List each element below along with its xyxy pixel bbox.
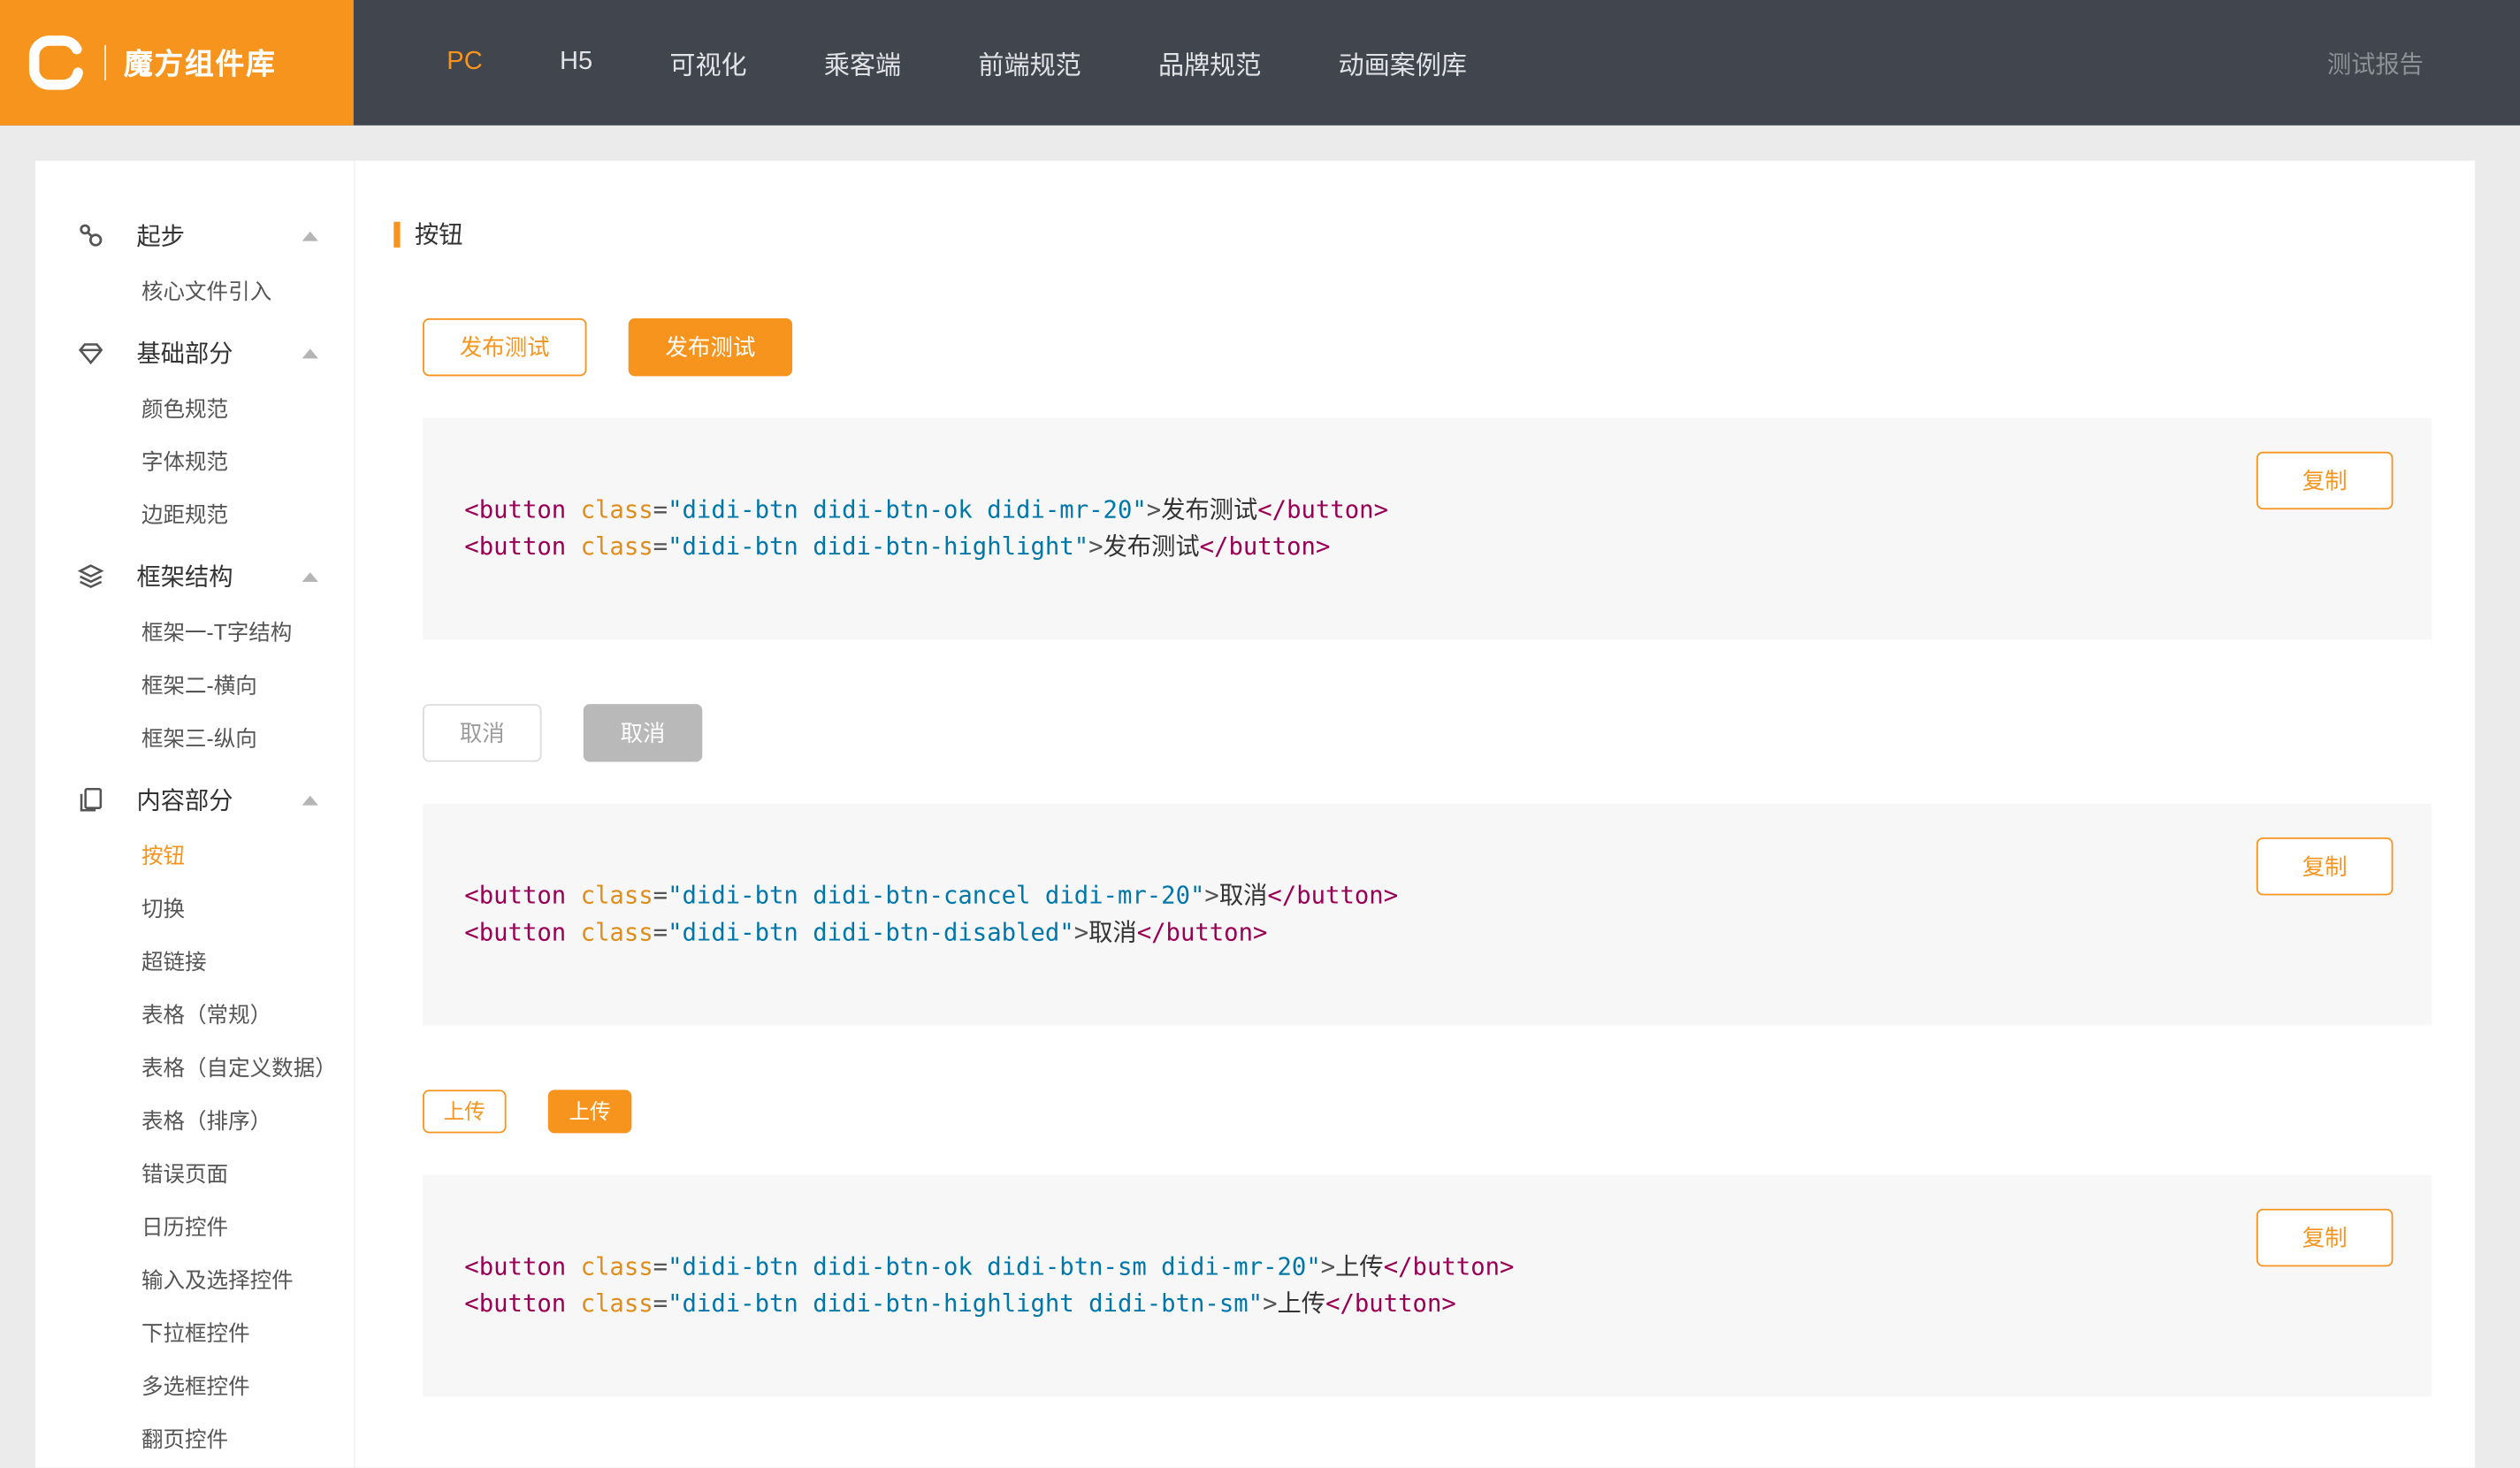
code-line: <button class="didi-btn didi-btn-highlig… — [464, 1288, 1456, 1319]
code-snippet: <button class="didi-btn didi-btn-ok didi… — [464, 492, 2190, 566]
didi-logo-icon — [26, 32, 87, 93]
sidebar-section-header[interactable]: 内容部分 — [35, 770, 354, 830]
sidebar-item[interactable]: 边距规范 — [35, 489, 354, 542]
sidebar-item[interactable]: 多选框控件 — [35, 1360, 354, 1413]
chevron-up-icon[interactable] — [302, 794, 318, 805]
sidebar-item[interactable]: 框架二-横向 — [35, 659, 354, 712]
chevron-up-icon[interactable] — [302, 230, 318, 241]
code-line: <button class="didi-btn didi-btn-disable… — [464, 917, 1268, 947]
code-block: 复制 <button class="didi-btn didi-btn-ok d… — [423, 1174, 2432, 1397]
sidebar-section-label: 框架结构 — [136, 563, 233, 592]
sidebar-section-header[interactable]: 框架结构 — [35, 547, 354, 606]
copy-button[interactable]: 复制 — [2256, 1208, 2394, 1267]
sidebar-item[interactable]: 超链接 — [35, 936, 354, 989]
nav-item-PC[interactable]: PC — [409, 0, 522, 126]
top-header: 魔方组件库 PC H5 可视化 乘客端 前端规范 品牌规范 动画案例库 测试报告 — [0, 0, 2520, 126]
nodes-icon — [77, 222, 104, 249]
page-title: 按钮 — [393, 217, 2430, 250]
code-line: <button class="didi-btn didi-btn-ok didi… — [464, 1251, 1515, 1281]
code-line: <button class="didi-btn didi-btn-highlig… — [464, 531, 1331, 562]
sidebar-section-label: 内容部分 — [136, 787, 233, 815]
code-snippet: <button class="didi-btn didi-btn-cancel … — [464, 877, 2190, 952]
chevron-up-icon[interactable] — [302, 348, 318, 358]
sidebar-item[interactable]: 下拉框控件 — [35, 1307, 354, 1360]
content-card: 起步 核心文件引入 基础部分 颜色规范 字体规范 边距规范 框架结构 框架一-T字结… — [34, 160, 2476, 1468]
demo-button[interactable]: 发布测试 — [423, 317, 587, 377]
sidebar-item[interactable]: 核心文件引入 — [35, 265, 354, 318]
copy-button[interactable]: 复制 — [2256, 837, 2394, 896]
sidebar-item[interactable]: 按钮 — [35, 830, 354, 883]
sidebar-section-header[interactable]: 起步 — [35, 206, 354, 265]
layers-icon — [77, 562, 104, 590]
demo-list: 发布测试 发布测试 复制 <button class="didi-btn didi… — [393, 317, 2432, 1397]
sidebar-item[interactable]: 翻页控件 — [35, 1413, 354, 1466]
gem-icon — [77, 340, 104, 367]
nav-item-H5[interactable]: H5 — [521, 0, 630, 126]
code-block: 复制 <button class="didi-btn didi-btn-ok d… — [423, 417, 2432, 640]
demo-buttons: 发布测试 发布测试 — [423, 317, 2430, 377]
demo-button[interactable]: 上传 — [423, 1090, 507, 1134]
demo-button[interactable]: 取消 — [583, 704, 703, 762]
logo[interactable]: 魔方组件库 — [0, 0, 354, 126]
code-line: <button class="didi-btn didi-btn-cancel … — [464, 881, 1399, 910]
sidebar-item[interactable]: 切换 — [35, 883, 354, 936]
sidebar-item[interactable]: 表格（自定义数据） — [35, 1042, 354, 1095]
sidebar-items: 框架一-T字结构 框架二-横向 框架三-纵向 — [35, 606, 354, 765]
sidebar-item[interactable]: 字体规范 — [35, 436, 354, 489]
sidebar-section: 基础部分 颜色规范 字体规范 边距规范 — [35, 323, 354, 541]
header-nav: PC H5 可视化 乘客端 前端规范 品牌规范 动画案例库 — [409, 0, 1506, 126]
sidebar-item[interactable]: 框架一-T字结构 — [35, 606, 354, 659]
sidebar-section-label: 基础部分 — [136, 340, 233, 369]
sidebar-section-label: 起步 — [136, 223, 186, 251]
sidebar-section: 内容部分 按钮 切换 超链接 表格（常规） 表格（自定义数据） 表格（排序） 错误页面 日历控… — [35, 770, 354, 1466]
sidebar-item[interactable]: 错误页面 — [35, 1148, 354, 1201]
nav-item-可视化[interactable]: 可视化 — [631, 0, 786, 126]
nav-item-动画案例库[interactable]: 动画案例库 — [1300, 0, 1506, 126]
demo-section: 发布测试 发布测试 复制 <button class="didi-btn didi… — [423, 317, 2432, 640]
sidebar: 起步 核心文件引入 基础部分 颜色规范 字体规范 边距规范 框架结构 框架一-T字结… — [34, 160, 354, 1468]
sidebar-item[interactable]: 日历控件 — [35, 1201, 354, 1254]
page-title-text: 按钮 — [414, 221, 463, 249]
demo-buttons: 上传 上传 — [423, 1090, 2430, 1134]
demo-buttons: 取消 取消 — [423, 704, 2430, 762]
demo-button[interactable]: 上传 — [547, 1090, 632, 1134]
code-snippet: <button class="didi-btn didi-btn-ok didi… — [464, 1249, 2190, 1323]
main-content: 按钮 发布测试 发布测试 复制 <button class="didi-btn d… — [353, 160, 2476, 1468]
copy-button[interactable]: 复制 — [2256, 451, 2394, 510]
code-block: 复制 <button class="didi-btn didi-btn-canc… — [423, 803, 2432, 1026]
sidebar-items: 按钮 切换 超链接 表格（常规） 表格（自定义数据） 表格（排序） 错误页面 日历控件 输入及选… — [35, 830, 354, 1466]
sidebar-items: 颜色规范 字体规范 边距规范 — [35, 383, 354, 542]
sidebar-item[interactable]: 输入及选择控件 — [35, 1254, 354, 1307]
nav-item-乘客端[interactable]: 乘客端 — [785, 0, 940, 126]
nav-item-前端规范[interactable]: 前端规范 — [940, 0, 1120, 126]
test-report-link[interactable]: 测试报告 — [2327, 0, 2424, 126]
demo-section: 上传 上传 复制 <button class="didi-btn didi-btn… — [423, 1090, 2432, 1397]
demo-section: 取消 取消 复制 <button class="didi-btn didi-btn… — [423, 704, 2432, 1026]
logo-divider — [104, 44, 106, 80]
logo-text: 魔方组件库 — [123, 48, 277, 80]
demo-button[interactable]: 取消 — [423, 704, 542, 762]
nav-item-品牌规范[interactable]: 品牌规范 — [1119, 0, 1300, 126]
app-viewport: 魔方组件库 PC H5 可视化 乘客端 前端规范 品牌规范 动画案例库 测试报告 起步 核心… — [0, 0, 2520, 1468]
sidebar-item[interactable]: 颜色规范 — [35, 383, 354, 436]
title-accent-bar — [393, 220, 401, 248]
sidebar-item[interactable]: 框架三-纵向 — [35, 712, 354, 765]
demo-button[interactable]: 发布测试 — [628, 317, 793, 377]
code-line: <button class="didi-btn didi-btn-ok didi… — [464, 494, 1389, 524]
sidebar-item[interactable]: 表格（排序） — [35, 1095, 354, 1148]
chevron-up-icon[interactable] — [302, 571, 318, 582]
sidebar-item[interactable]: 表格（常规） — [35, 989, 354, 1042]
sidebar-items: 核心文件引入 — [35, 265, 354, 318]
sidebar-section: 框架结构 框架一-T字结构 框架二-横向 框架三-纵向 — [35, 547, 354, 765]
sidebar-section-header[interactable]: 基础部分 — [35, 323, 354, 382]
sidebar-section: 起步 核心文件引入 — [35, 206, 354, 318]
document-icon — [77, 786, 104, 814]
